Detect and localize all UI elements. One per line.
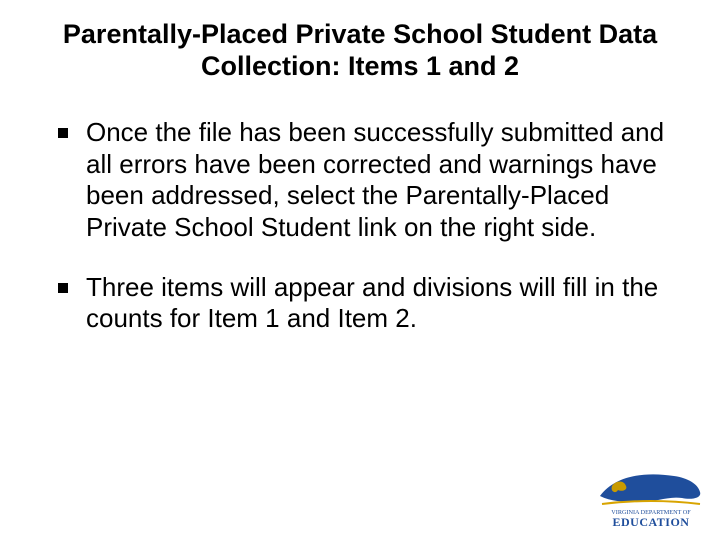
list-item: Three items will appear and divisions wi… [58,272,686,335]
swoosh-icon [602,501,700,504]
bullet-list: Once the file has been successfully subm… [28,117,692,335]
vdoe-logo: VIRGINIA DEPARTMENT OF EDUCATION [596,468,706,530]
logo-main-text: EDUCATION [613,515,690,529]
list-item: Once the file has been successfully subm… [58,117,686,244]
vdoe-logo-svg: VIRGINIA DEPARTMENT OF EDUCATION [596,468,706,530]
slide-title: Parentally-Placed Private School Student… [28,18,692,83]
slide: Parentally-Placed Private School Student… [0,0,720,540]
